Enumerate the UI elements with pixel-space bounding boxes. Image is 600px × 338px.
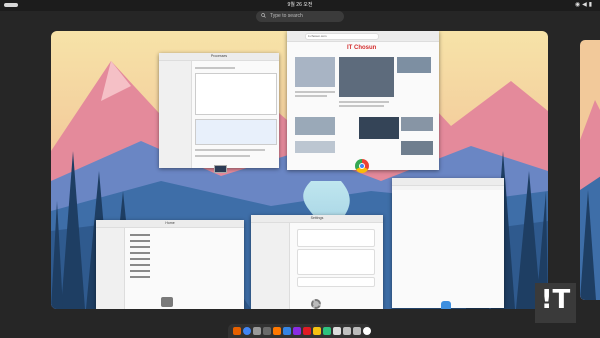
news-photo[interactable] bbox=[339, 57, 394, 97]
files-window[interactable]: Home bbox=[96, 220, 244, 309]
settings-panel[interactable] bbox=[297, 229, 375, 247]
show-apps-icon[interactable] bbox=[363, 327, 371, 335]
window-title: Home bbox=[165, 221, 175, 225]
memory-graph bbox=[195, 119, 277, 145]
settings-window[interactable]: Settings bbox=[251, 215, 383, 309]
settings-icon bbox=[311, 299, 321, 309]
activities-button[interactable] bbox=[4, 3, 18, 7]
site-logo[interactable]: IT Chosun bbox=[347, 45, 376, 51]
dash bbox=[228, 324, 371, 338]
photos-icon[interactable] bbox=[313, 327, 321, 335]
window-titlebar[interactable]: Settings bbox=[251, 215, 383, 223]
settings-icon[interactable] bbox=[343, 327, 351, 335]
files-sidebar[interactable] bbox=[96, 228, 125, 309]
search-bar[interactable]: Type to search bbox=[256, 11, 344, 22]
top-bar: 9월 26 오전 ◉◀▮ bbox=[0, 0, 600, 11]
browser-toolbar[interactable]: it.chosun.com bbox=[287, 31, 439, 42]
system-monitor-window[interactable]: Processes bbox=[159, 53, 279, 168]
window-title: Settings bbox=[310, 216, 324, 220]
news-photo[interactable] bbox=[295, 141, 335, 153]
terminal-icon[interactable] bbox=[293, 327, 301, 335]
news-photo[interactable] bbox=[397, 57, 431, 73]
system-status-area[interactable]: ◉◀▮ bbox=[575, 1, 594, 8]
system-monitor-icon bbox=[214, 165, 227, 173]
window-titlebar[interactable] bbox=[392, 178, 504, 186]
cpu-graph bbox=[195, 73, 277, 115]
settings-panel[interactable] bbox=[297, 249, 375, 275]
help-icon[interactable] bbox=[333, 327, 341, 335]
files-icon bbox=[161, 297, 173, 307]
calendar-icon[interactable] bbox=[283, 327, 291, 335]
address-bar[interactable]: it.chosun.com bbox=[305, 33, 379, 40]
text-editor-icon bbox=[441, 301, 451, 309]
app-grid-icon[interactable] bbox=[253, 327, 261, 335]
settings-panel[interactable] bbox=[297, 277, 375, 287]
monitor-icon[interactable] bbox=[323, 327, 331, 335]
software-icon[interactable] bbox=[273, 327, 281, 335]
chrome-icon bbox=[355, 159, 369, 173]
news-photo[interactable] bbox=[295, 57, 335, 87]
clock[interactable]: 9월 26 오전 bbox=[270, 1, 330, 8]
window-titlebar[interactable]: Home bbox=[96, 220, 244, 228]
browser-window[interactable]: it.chosun.com IT Chosun bbox=[287, 31, 439, 170]
editor-toolbar[interactable] bbox=[392, 186, 504, 190]
network-icon: ◉ bbox=[574, 2, 583, 8]
text-editor-window[interactable] bbox=[392, 178, 504, 308]
chrome-icon[interactable] bbox=[243, 327, 251, 335]
search-icon bbox=[261, 13, 266, 18]
battery-icon: ▮ bbox=[588, 2, 594, 8]
news-photo[interactable] bbox=[359, 117, 399, 139]
window-titlebar[interactable]: Processes bbox=[159, 53, 279, 61]
logo-text: !T bbox=[540, 285, 571, 315]
window-title: Processes bbox=[210, 54, 228, 58]
files-icon[interactable] bbox=[263, 327, 271, 335]
site-watermark-logo: !T bbox=[535, 283, 576, 323]
trash-icon[interactable] bbox=[353, 327, 361, 335]
news-photo[interactable] bbox=[401, 141, 433, 155]
firefox-icon[interactable] bbox=[233, 327, 241, 335]
next-workspace-thumbnail[interactable] bbox=[580, 40, 600, 300]
music-icon[interactable] bbox=[303, 327, 311, 335]
news-photo[interactable] bbox=[401, 117, 433, 131]
workspace-thumbnail[interactable]: Processes it.chosun.com IT Chosun Home S… bbox=[51, 31, 548, 309]
volume-icon: ◀ bbox=[582, 2, 589, 8]
news-photo[interactable] bbox=[295, 117, 335, 135]
sidebar bbox=[159, 61, 192, 168]
search-placeholder: Type to search bbox=[270, 13, 303, 19]
settings-sidebar[interactable] bbox=[251, 223, 290, 309]
wallpaper bbox=[580, 40, 600, 300]
